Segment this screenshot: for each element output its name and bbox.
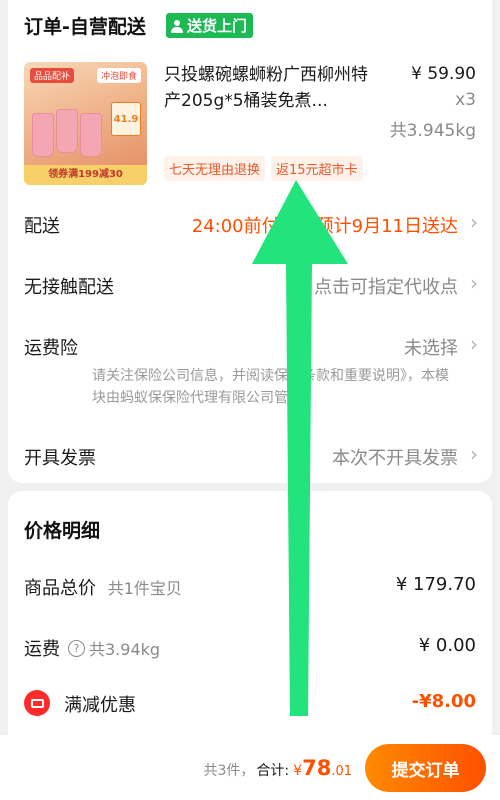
discount-value: -¥8.00 (411, 691, 476, 712)
product-image-tag: 品品配补 (30, 68, 75, 83)
question-icon[interactable]: ? (68, 639, 85, 657)
submit-order-button[interactable]: 提交订单 (365, 744, 486, 792)
shipping-sub: 共3.94kg (89, 640, 161, 659)
contactless-label: 无接触配送 (24, 277, 114, 298)
product-price: ¥ 59.90 (411, 64, 476, 84)
service-tags: 七天无理由退换 返15元超市卡 (164, 156, 369, 181)
product-image[interactable]: 品品配补 冲泡即食 41.9 领券满199减30 (24, 62, 147, 185)
total-integer: 78 (302, 756, 332, 780)
product-weight: 共3.945kg (389, 121, 476, 141)
product-cup (32, 113, 54, 157)
chevron-right-icon[interactable]: › (470, 210, 478, 234)
insurance-label: 运费险 (24, 338, 78, 359)
person-icon (171, 19, 183, 33)
goods-total-label: 商品总价 共1件宝贝 (24, 574, 182, 600)
insurance-value[interactable]: 未选择 (404, 334, 458, 360)
price-detail-title: 价格明细 (24, 520, 101, 542)
bottom-bar: 共3件， 合计: ¥ 78 .01 提交订单 (0, 735, 500, 800)
goods-total-label-text: 商品总价 (24, 578, 96, 599)
discount-label: 满减优惠 (64, 695, 136, 716)
product-title[interactable]: 只投螺碗螺蛳粉广西柳州特产205g*5桶装免煮... (164, 62, 374, 114)
product-cup (56, 109, 78, 153)
shipping-label-text: 运费 (24, 639, 60, 660)
chevron-right-icon[interactable]: › (470, 442, 478, 466)
swipe-up-arrow-icon (252, 180, 348, 716)
service-tag-card: 返15元超市卡 (271, 156, 363, 181)
coupon-icon (24, 690, 50, 716)
shipping-value: ¥ 0.00 (418, 635, 476, 656)
chevron-right-icon[interactable]: › (470, 271, 478, 295)
chevron-right-icon[interactable]: › (470, 332, 478, 356)
shipping-label: 运费 ? 共3.94kg (24, 635, 160, 661)
goods-total-value: ¥ 179.70 (395, 574, 476, 595)
invoice-label: 开具发票 (24, 448, 96, 469)
delivery-label: 配送 (24, 216, 60, 237)
goods-total-sub: 共1件宝贝 (107, 579, 182, 598)
invoice-value[interactable]: 本次不开具发票 (332, 444, 458, 470)
item-count: 共3件， (203, 763, 255, 779)
product-image-tag2: 冲泡即食 (96, 68, 141, 83)
home-delivery-badge-label: 送货上门 (187, 17, 248, 35)
product-image-coupon: 领券满199减30 (24, 165, 147, 185)
order-header-title: 订单-自营配送 (24, 16, 146, 38)
home-delivery-badge: 送货上门 (166, 13, 254, 38)
product-quantity: x3 (455, 90, 476, 110)
total-decimal: .01 (331, 764, 352, 779)
total-label: 合计: (256, 763, 290, 779)
product-image-price: 41.9 (111, 102, 141, 136)
service-tag-return: 七天无理由退换 (164, 156, 266, 181)
total-currency: ¥ (293, 763, 303, 779)
product-cup (80, 113, 102, 157)
total-summary: 共3件， 合计: ¥ 78 .01 (204, 756, 352, 780)
